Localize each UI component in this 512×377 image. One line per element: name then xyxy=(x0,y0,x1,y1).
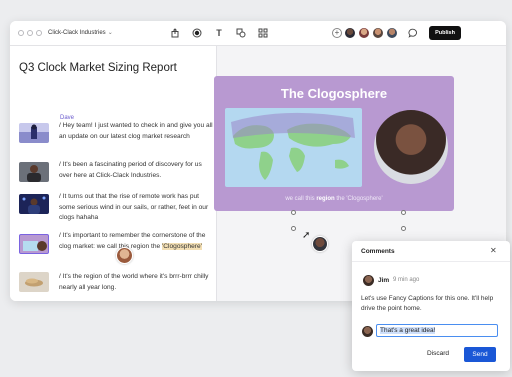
comments-popup: Comments ✕ Jim 9 min ago Let's use Fancy… xyxy=(352,241,510,371)
transcript-line[interactable]: / It's been a fascinating period of disc… xyxy=(59,160,215,181)
shapes-icon[interactable] xyxy=(236,28,246,38)
export-icon[interactable] xyxy=(170,28,180,38)
transcript-line[interactable]: / It turns out that the rise of remote w… xyxy=(59,192,215,224)
collaborator-avatar[interactable] xyxy=(372,27,384,39)
caption-pre: we call this xyxy=(285,196,317,202)
comment-time: 9 min ago xyxy=(393,277,420,283)
add-collaborator-icon[interactable]: + xyxy=(332,28,342,38)
project-name: Click-Clack Industries xyxy=(48,30,106,36)
divider xyxy=(352,261,510,262)
top-toolbar: Click-Clack Industries ⌄ T + Publish xyxy=(10,21,506,46)
caption-bold: region xyxy=(316,196,335,202)
reply-input[interactable]: That's a great idea! xyxy=(376,324,498,337)
slide-title: The Clogosphere xyxy=(280,86,388,101)
collaborator-cursor-avatar xyxy=(116,247,133,264)
page-title: Q3 Clock Market Sizing Report xyxy=(19,62,177,74)
chevron-down-icon: ⌄ xyxy=(107,30,113,36)
world-map xyxy=(225,108,362,187)
resize-handle[interactable] xyxy=(401,210,406,215)
resize-handle[interactable] xyxy=(401,226,406,231)
scene-thumbnail[interactable] xyxy=(19,194,49,214)
highlighted-phrase[interactable]: 'Clogosphere' xyxy=(162,242,202,250)
caption-post: the 'Clogosphere' xyxy=(334,196,383,202)
comment-author: Jim xyxy=(378,277,390,284)
window-controls[interactable] xyxy=(18,30,42,36)
collaborator-avatar[interactable] xyxy=(358,27,370,39)
collaborator-avatar[interactable] xyxy=(386,27,398,39)
reply-input-value: That's a great idea! xyxy=(380,327,436,334)
text-icon[interactable]: T xyxy=(214,28,224,38)
scene-thumbnail[interactable] xyxy=(19,162,49,182)
resize-handle[interactable] xyxy=(291,226,296,231)
transcript-line[interactable]: / It's important to remember the corners… xyxy=(59,231,215,252)
discard-button[interactable]: Discard xyxy=(419,347,457,361)
close-icon[interactable]: ✕ xyxy=(490,246,497,255)
transcript-panel: Q3 Clock Market Sizing Report Dave / Hey… xyxy=(10,46,216,301)
collaborator-cursor-avatar xyxy=(312,236,328,252)
transcript-line[interactable]: / It's the region of the world where it'… xyxy=(59,272,215,293)
collaborator-avatar[interactable] xyxy=(344,27,356,39)
commenter-avatar xyxy=(363,275,374,286)
transcript-line[interactable]: / Hey team! I just wanted to check in an… xyxy=(59,121,215,142)
scene-thumbnail[interactable] xyxy=(19,272,49,292)
resize-handle[interactable] xyxy=(291,210,296,215)
scene-thumbnail[interactable] xyxy=(19,123,49,143)
slide-preview[interactable]: The Clogosphere we call this region the … xyxy=(214,76,454,211)
presenter-avatar xyxy=(374,110,448,184)
project-dropdown[interactable]: Click-Clack Industries ⌄ xyxy=(48,29,113,36)
comment-icon[interactable] xyxy=(408,28,418,38)
grid-icon[interactable] xyxy=(258,28,268,38)
publish-button[interactable]: Publish xyxy=(429,26,461,40)
scene-thumbnail-selected[interactable] xyxy=(19,234,49,254)
send-button[interactable]: Send xyxy=(464,347,496,362)
record-icon[interactable] xyxy=(192,28,202,38)
reply-avatar xyxy=(362,326,373,337)
comment-message: Let's use Fancy Captions for this one. I… xyxy=(361,295,494,312)
slide-caption[interactable]: we call this region the 'Clogosphere' xyxy=(214,196,454,202)
comments-title: Comments xyxy=(361,248,395,255)
cursor-icon: ➚ xyxy=(302,230,311,241)
